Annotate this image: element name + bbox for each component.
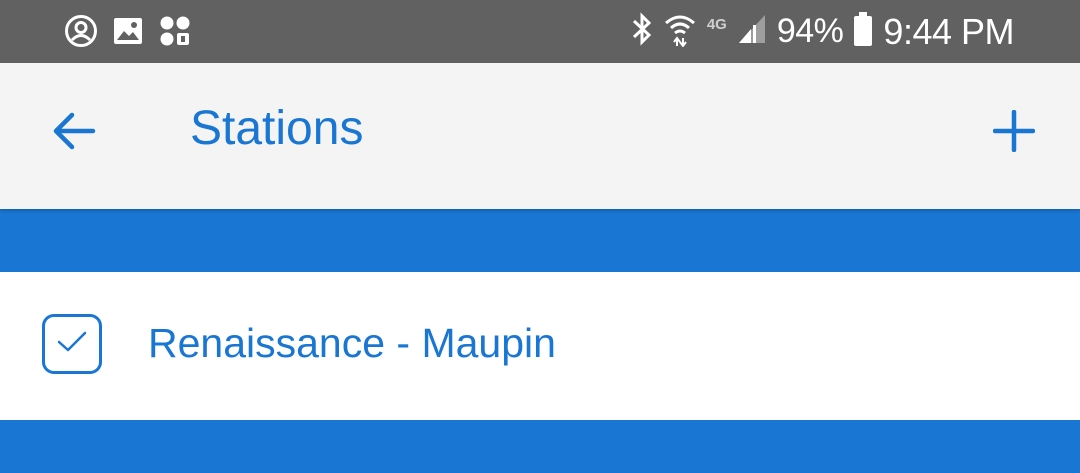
section-header-band (0, 209, 1080, 272)
page-title: Stations (190, 102, 364, 155)
station-list-item[interactable]: Renaissance - Maupin (0, 272, 1080, 420)
battery-percent: 94% (776, 12, 844, 50)
station-checkbox[interactable] (42, 314, 102, 374)
bluetooth-icon (631, 11, 653, 52)
section-footer-band (0, 420, 1080, 473)
arrow-left-icon (51, 108, 97, 159)
station-name: Renaissance - Maupin (148, 320, 556, 366)
network-4g-icon: 4G (706, 16, 727, 33)
back-button[interactable] (44, 103, 104, 163)
app-bar: Stations (0, 63, 1080, 209)
signal-icon (737, 13, 767, 50)
account-circle-icon (64, 14, 98, 53)
image-icon (112, 15, 144, 52)
notification-icons (64, 14, 192, 53)
plus-icon (992, 109, 1036, 157)
wifi-icon (663, 11, 697, 52)
system-status: 4G 94% 9:44 PM (631, 0, 1014, 63)
status-bar: 4G 94% 9:44 PM (0, 0, 1080, 63)
clock: 9:44 PM (883, 10, 1014, 52)
battery-icon (853, 11, 873, 52)
add-station-button[interactable] (984, 103, 1044, 163)
secure-folder-icon (158, 14, 192, 53)
checkmark-icon (56, 330, 88, 359)
